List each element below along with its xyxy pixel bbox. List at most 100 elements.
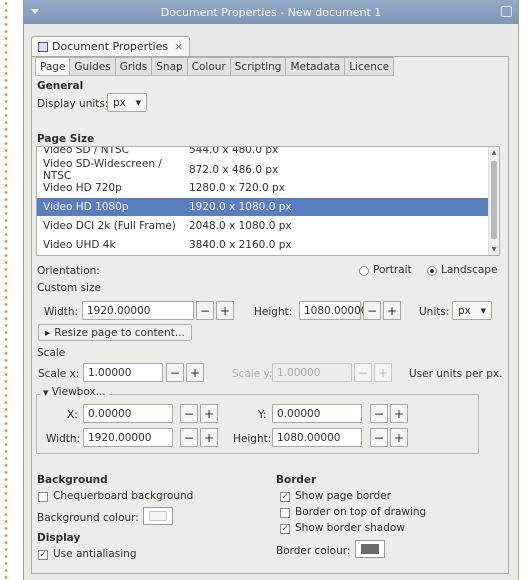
tab-grids[interactable]: Grids [115,57,153,76]
chevron-down-icon: ▼ [135,98,141,107]
display-units-select[interactable]: px ▼ [107,93,147,112]
antialiasing-label: Use antialiasing [53,548,137,560]
portrait-radio-icon[interactable] [359,266,369,276]
window-title: Document Properties - New document 1 [160,5,382,19]
title-bar[interactable]: Document Properties - New document 1 [24,0,518,24]
list-scrollbar[interactable]: ▲ ▼ [488,147,499,255]
checkbox-icon[interactable] [38,492,48,502]
scale-y-input: 1.00000 [272,363,352,382]
viewbox-label: Viewbox... [51,386,106,398]
scale-y-label: Scale y: [232,368,273,380]
viewbox-height-decrement-button[interactable]: − [370,428,388,447]
show-border-label: Show page border [295,490,391,502]
antialiasing-checkbox[interactable]: ✓ Use antialiasing [38,548,137,560]
height-label: Height: [254,306,293,318]
landscape-radio[interactable]: Landscape [427,264,497,276]
height-increment-button[interactable]: + [383,301,401,320]
scale-y-decrement-button: − [354,363,372,382]
chevron-right-icon: ▸ [45,326,51,339]
portrait-label: Portrait [373,264,412,276]
width-label: Width: [44,306,79,318]
checkerboard-checkbox[interactable]: Chequerboard background [38,490,193,502]
display-units-value: px [113,96,126,109]
width-decrement-button[interactable]: − [196,301,214,320]
resize-page-label: Resize page to content... [54,326,185,339]
display-heading: Display [37,532,81,544]
tab-colour[interactable]: Colour [187,57,231,76]
chevron-down-icon: ▼ [43,389,49,397]
portrait-radio[interactable]: Portrait [359,264,412,276]
list-item[interactable]: Video SD-Widescreen / NTSC 872.0 x 486.0 … [37,158,489,182]
scale-x-input[interactable]: 1.00000 [83,363,163,382]
border-colour-label: Border colour: [276,545,351,557]
tab-guides[interactable]: Guides [70,57,116,76]
tab-snap[interactable]: Snap [152,57,188,76]
window-menu-icon[interactable] [28,4,42,18]
border-shadow-checkbox[interactable]: ✓ Show border shadow [280,522,405,534]
doc-tab-close-icon[interactable]: × [174,40,183,53]
scroll-thumb[interactable] [491,161,497,239]
page-size-heading: Page Size [37,133,95,145]
checkbox-checked-icon[interactable]: ✓ [280,524,290,534]
page-size-list[interactable]: Video SD / NTSC 544.0 x 480.0 px Video SD… [36,146,500,256]
dotted-margin [3,0,9,580]
units-select[interactable]: px ▼ [452,301,492,320]
tab-bar: Page Guides Grids Snap Colour Scripting … [35,57,395,76]
background-colour-label: Background colour: [37,512,139,524]
viewbox-width-input[interactable]: 1920.00000 [83,428,173,447]
background-heading: Background [37,474,108,486]
tab-metadata[interactable]: Metadata [286,57,346,76]
orientation-label: Orientation: [37,265,100,277]
list-item[interactable]: Video UHD 4k 3840.0 x 2160.0 px [37,236,489,254]
checkbox-checked-icon[interactable]: ✓ [38,550,48,560]
landscape-radio-icon[interactable] [427,266,437,276]
viewbox-y-decrement-button[interactable]: − [370,404,388,423]
units-label: Units: [419,306,450,318]
background-colour-button[interactable] [143,507,173,525]
tab-scripting[interactable]: Scripting [230,57,287,76]
viewbox-x-input[interactable]: 0.00000 [83,404,173,423]
border-colour-button[interactable] [355,540,385,558]
height-decrement-button[interactable]: − [363,301,381,320]
checkbox-icon[interactable] [280,508,290,518]
width-input[interactable]: 1920.00000 [82,301,194,320]
list-item[interactable]: Video HD 720p 1280.0 x 720.0 px [37,179,489,197]
scale-x-decrement-button[interactable]: − [166,363,184,382]
resize-page-expander[interactable]: ▸ Resize page to content... [38,324,192,341]
tab-licence[interactable]: Licence [345,57,395,76]
chevron-down-icon: ▼ [480,306,486,315]
viewbox-height-increment-button[interactable]: + [390,428,408,447]
viewbox-height-input[interactable]: 1080.00000 [272,428,362,447]
viewbox-x-label: X: [67,409,78,421]
border-on-top-label: Border on top of drawing [295,506,427,518]
show-border-checkbox[interactable]: ✓ Show page border [280,490,391,502]
border-shadow-label: Show border shadow [295,522,405,534]
viewbox-width-decrement-button[interactable]: − [180,428,198,447]
scale-x-increment-button[interactable]: + [186,363,204,382]
width-increment-button[interactable]: + [216,301,234,320]
checkbox-checked-icon[interactable]: ✓ [280,492,290,502]
viewbox-y-label: Y: [258,409,267,421]
scale-y-increment-button: + [374,363,392,382]
document-properties-tab[interactable]: Document Properties × [31,36,191,56]
tab-page[interactable]: Page [35,57,71,76]
scroll-down-icon[interactable]: ▼ [489,246,499,253]
border-heading: Border [276,474,317,486]
viewbox-height-label: Height: [233,433,272,445]
viewbox-x-decrement-button[interactable]: − [180,404,198,423]
document-icon [38,41,48,52]
viewbox-width-label: Width: [46,433,81,445]
scroll-up-icon[interactable]: ▲ [489,149,499,156]
list-item[interactable]: Video DCI 2k (Full Frame) 2048.0 x 1080.0… [37,217,489,235]
viewbox-y-input[interactable]: 0.00000 [272,404,362,423]
viewbox-y-increment-button[interactable]: + [390,404,408,423]
list-item-selected[interactable]: Video HD 1080p 1920.0 x 1080.0 px [37,198,489,216]
viewbox-expander[interactable]: ▼ Viewbox... [40,386,109,398]
height-input[interactable]: 1080.00000 [299,301,367,320]
viewbox-x-increment-button[interactable]: + [200,404,218,423]
window-close-icon[interactable] [501,6,512,17]
viewbox-width-increment-button[interactable]: + [200,428,218,447]
user-units-label: User units per px. [409,368,503,380]
scale-x-label: Scale x: [38,368,80,380]
border-on-top-checkbox[interactable]: Border on top of drawing [280,506,426,518]
